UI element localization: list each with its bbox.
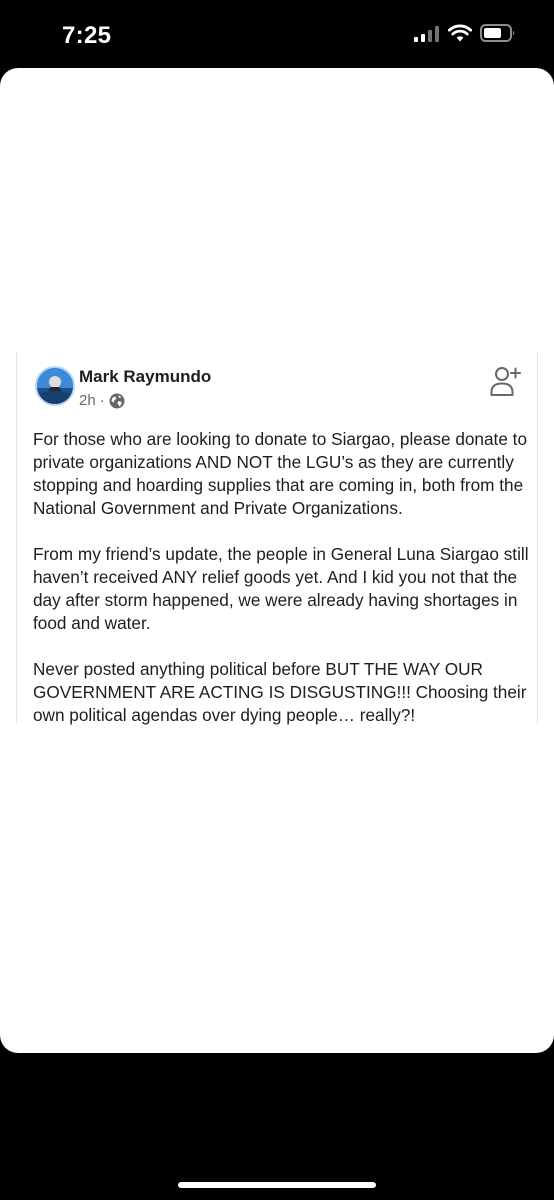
globe-icon — [109, 393, 125, 408]
signal-icon — [414, 26, 439, 42]
post-card: Mark Raymundo 2h · For those who are loo… — [16, 352, 538, 727]
avatar[interactable] — [35, 366, 75, 406]
author-name[interactable]: Mark Raymundo — [79, 367, 211, 387]
post-paragraph: Never posted anything political before B… — [33, 659, 527, 725]
screenshot-sheet: Mark Raymundo 2h · For those who are loo… — [0, 68, 554, 1053]
status-bar: 7:25 — [0, 0, 554, 68]
post-body: For those who are looking to donate to S… — [33, 428, 529, 727]
wifi-icon — [448, 24, 472, 42]
post-paragraph: From my friend’s update, the people in G… — [33, 544, 529, 633]
post-time[interactable]: 2h — [79, 392, 96, 409]
home-indicator[interactable] — [178, 1182, 376, 1188]
post-paragraph: For those who are looking to donate to S… — [33, 429, 527, 518]
meta-separator: · — [99, 392, 105, 409]
status-icons — [414, 24, 516, 42]
avatar-image — [37, 368, 73, 404]
add-friend-icon[interactable] — [489, 364, 523, 398]
post-meta: 2h · — [79, 392, 125, 409]
status-time: 7:25 — [62, 22, 112, 49]
battery-icon — [480, 24, 515, 42]
